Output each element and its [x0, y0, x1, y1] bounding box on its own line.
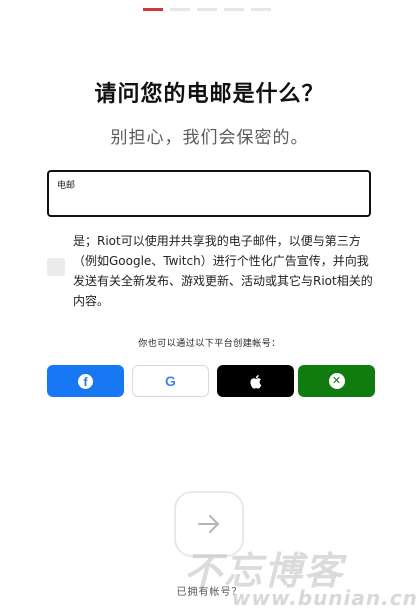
progress-step-1	[143, 8, 163, 11]
progress-step-2	[170, 8, 190, 11]
xbox-icon: ✕	[328, 373, 345, 389]
social-signup-label: 你也可以通过以下平台创建帐号：	[138, 339, 281, 349]
facebook-icon: f	[78, 373, 93, 389]
progress-step-3	[197, 8, 217, 11]
email-input[interactable]	[57, 191, 361, 211]
page-title: 请问您的电邮是什么？	[94, 82, 325, 107]
arrow-right-icon	[198, 515, 219, 533]
next-button[interactable]	[174, 491, 244, 557]
progress-indicator	[143, 8, 271, 11]
email-field-label: 电邮	[57, 181, 76, 191]
google-icon: G	[165, 373, 176, 389]
xbox-signup-button[interactable]: ✕	[298, 365, 375, 397]
google-signup-button[interactable]: G	[132, 365, 209, 397]
consent-checkbox[interactable]	[47, 258, 65, 276]
email-field[interactable]: 电邮	[47, 170, 371, 217]
progress-step-5	[251, 8, 271, 11]
consent-text: 是；Riot可以使用并共享我的电子邮件，以便与第三方（例如Google、Twit…	[73, 234, 373, 308]
progress-step-4	[224, 8, 244, 11]
apple-signup-button[interactable]	[217, 365, 294, 397]
signin-link[interactable]: 已拥有帐号？	[0, 583, 419, 598]
apple-icon	[250, 374, 262, 389]
page-subtitle: 别担心，我们会保密的。	[110, 128, 309, 148]
facebook-signup-button[interactable]: f	[47, 365, 124, 397]
